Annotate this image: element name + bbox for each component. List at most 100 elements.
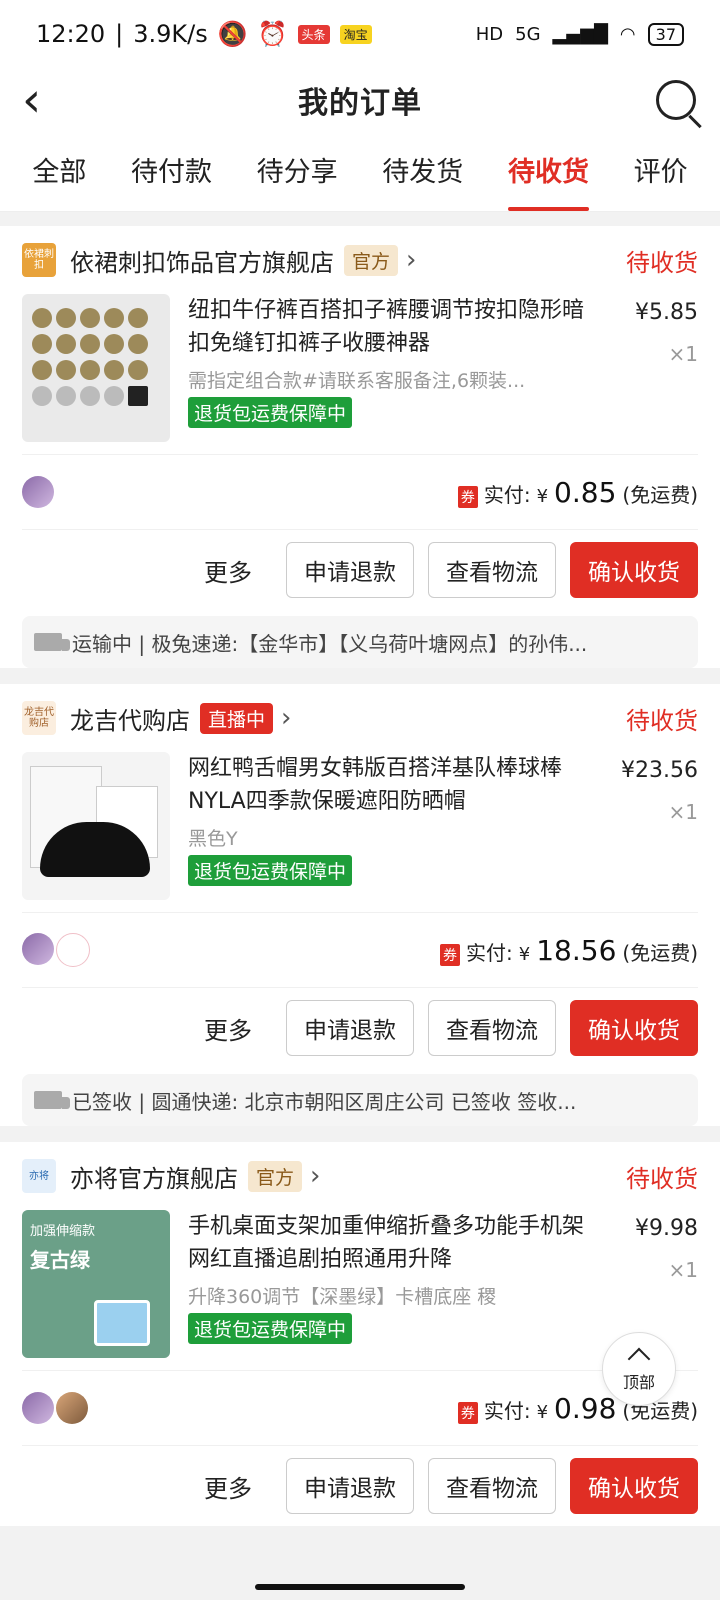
order-tabs: 全部 待付款 待分享 待发货 待收货 评价 bbox=[0, 132, 720, 212]
order-card: 龙吉代购店 龙吉代购店 直播中 › 待收货 网红鸭舌帽男女韩版百搭洋基队棒球棒N… bbox=[0, 684, 720, 1126]
official-badge: 官方 bbox=[344, 244, 399, 276]
back-to-top-button[interactable]: 顶部 bbox=[602, 1332, 676, 1406]
tab-pending-shipment[interactable]: 待发货 bbox=[382, 150, 463, 211]
hd-icon: HD bbox=[475, 23, 504, 45]
battery-icon: 37 bbox=[647, 22, 684, 46]
currency-symbol: ¥ bbox=[536, 1401, 549, 1423]
free-shipping-label: (免运费) bbox=[622, 482, 698, 507]
shop-header[interactable]: 亦将 亦将官方旗舰店 官方 › 待收货 bbox=[22, 1142, 698, 1210]
product-item[interactable]: 纽扣牛仔裤百搭扣子裤腰调节按扣隐形暗扣免缝钉扣裤子收腰神器 需指定组合款#请联系… bbox=[22, 294, 698, 454]
more-button[interactable]: 更多 bbox=[204, 1011, 252, 1046]
official-badge: 官方 bbox=[248, 1160, 303, 1192]
view-logistics-button[interactable]: 查看物流 bbox=[428, 542, 556, 598]
confirm-receipt-button[interactable]: 确认收货 bbox=[570, 1000, 698, 1056]
avatar bbox=[22, 1392, 54, 1424]
tab-pending-share[interactable]: 待分享 bbox=[257, 150, 338, 211]
product-price: ¥9.98 bbox=[635, 1216, 698, 1241]
chevron-right-icon[interactable]: › bbox=[310, 1161, 320, 1191]
order-status: 待收货 bbox=[626, 1164, 698, 1193]
apply-refund-button[interactable]: 申请退款 bbox=[286, 542, 414, 598]
order-card: 依裙刺扣 依裙刺扣饰品官方旗舰店 官方 › 待收货 纽扣牛仔裤百搭扣子裤腰调节按… bbox=[0, 226, 720, 668]
tab-review[interactable]: 评价 bbox=[634, 150, 688, 211]
payment-row: 券 实付: ¥ 0.85 (免运费) bbox=[22, 454, 698, 529]
tablet-image bbox=[94, 1300, 150, 1346]
shop-header[interactable]: 依裙刺扣 依裙刺扣饰品官方旗舰店 官方 › 待收货 bbox=[22, 226, 698, 294]
product-title[interactable]: 手机桌面支架加重伸缩折叠多功能手机架网红直播追剧拍照通用升降 bbox=[188, 1210, 598, 1276]
product-item[interactable]: 网红鸭舌帽男女韩版百搭洋基队棒球棒NYLA四季款保暖遮阳防晒帽 黑色Y 退货包运… bbox=[22, 752, 698, 912]
free-shipping-label: (免运费) bbox=[622, 940, 698, 965]
coupon-icon: 券 bbox=[457, 485, 478, 508]
paid-amount: 18.56 bbox=[536, 933, 617, 967]
shop-logo: 龙吉代购店 bbox=[22, 701, 56, 735]
product-quantity: ×1 bbox=[668, 342, 698, 366]
live-badge: 直播中 bbox=[200, 702, 274, 734]
coupon-icon: 券 bbox=[457, 1401, 478, 1424]
chevron-right-icon[interactable]: › bbox=[281, 703, 291, 733]
product-spec: 升降360调节【深墨绿】卡槽底座 稷 bbox=[188, 1286, 497, 1308]
confirm-receipt-button[interactable]: 确认收货 bbox=[570, 542, 698, 598]
status-time: 12:20 bbox=[36, 20, 106, 48]
product-item[interactable]: 加强伸缩款 复古绿 手机桌面支架加重伸缩折叠多功能手机架网红直播追剧拍照通用升降… bbox=[22, 1210, 698, 1370]
tab-pending-payment[interactable]: 待付款 bbox=[131, 150, 212, 211]
paid-amount: 0.85 bbox=[554, 475, 617, 509]
product-quantity: ×1 bbox=[668, 1258, 698, 1282]
product-title[interactable]: 网红鸭舌帽男女韩版百搭洋基队棒球棒NYLA四季款保暖遮阳防晒帽 bbox=[188, 752, 598, 818]
order-status: 待收货 bbox=[626, 706, 698, 735]
truck-icon bbox=[34, 1091, 70, 1109]
return-shipping-badge: 退货包运费保障中 bbox=[188, 1313, 353, 1344]
shop-header[interactable]: 龙吉代购店 龙吉代购店 直播中 › 待收货 bbox=[22, 684, 698, 752]
image-tag: 加强伸缩款 bbox=[30, 1224, 96, 1239]
apply-refund-button[interactable]: 申请退款 bbox=[286, 1458, 414, 1514]
nav-bar: ‹ 我的订单 bbox=[0, 68, 720, 132]
shop-logo: 依裙刺扣 bbox=[22, 243, 56, 277]
home-indicator[interactable] bbox=[255, 1584, 465, 1590]
status-bar: 12:20 | 3.9K/s 🔕 ⏰ 头条 淘宝 HD 5G ▂▄▆█ ◠ 37 bbox=[0, 0, 720, 68]
avatar bbox=[22, 476, 54, 508]
shop-name[interactable]: 亦将官方旗舰店 bbox=[70, 1159, 238, 1194]
shop-name[interactable]: 龙吉代购店 bbox=[70, 701, 190, 736]
logistics-info[interactable]: 运输中 | 极兔速递:【金华市】【义乌荷叶塘网点】的孙伟... bbox=[22, 616, 698, 668]
image-title: 复古绿 bbox=[30, 1248, 90, 1272]
truck-icon bbox=[34, 633, 70, 651]
avatar bbox=[22, 933, 54, 965]
product-image[interactable]: 加强伸缩款 复古绿 bbox=[22, 1210, 170, 1358]
shop-logo: 亦将 bbox=[22, 1159, 56, 1193]
apply-refund-button[interactable]: 申请退款 bbox=[286, 1000, 414, 1056]
action-row: 更多 申请退款 查看物流 确认收货 bbox=[22, 529, 698, 610]
signal-bars-icon: ▂▄▆█ bbox=[552, 23, 608, 45]
wifi-icon: ◠ bbox=[619, 23, 636, 45]
search-icon[interactable] bbox=[656, 80, 696, 120]
return-shipping-badge: 退货包运费保障中 bbox=[188, 397, 353, 428]
more-button[interactable]: 更多 bbox=[204, 1469, 252, 1504]
paid-label: 实付: bbox=[483, 482, 531, 507]
product-spec: 需指定组合款#请联系客服备注,6颗装... bbox=[188, 370, 526, 392]
shop-name[interactable]: 依裙刺扣饰品官方旗舰店 bbox=[70, 243, 334, 278]
back-to-top-label: 顶部 bbox=[622, 1373, 655, 1392]
product-title[interactable]: 纽扣牛仔裤百搭扣子裤腰调节按扣隐形暗扣免缝钉扣裤子收腰神器 bbox=[188, 294, 598, 360]
signal-icon: 5G bbox=[515, 23, 541, 45]
chevron-right-icon[interactable]: › bbox=[406, 245, 416, 275]
toutiao-icon: 头条 bbox=[297, 24, 330, 44]
buttons-image bbox=[32, 308, 148, 406]
confirm-receipt-button[interactable]: 确认收货 bbox=[570, 1458, 698, 1514]
back-icon[interactable]: ‹ bbox=[22, 76, 41, 124]
page-title: 我的订单 bbox=[298, 86, 422, 121]
view-logistics-button[interactable]: 查看物流 bbox=[428, 1000, 556, 1056]
return-shipping-badge: 退货包运费保障中 bbox=[188, 855, 353, 886]
paid-label: 实付: bbox=[483, 1398, 531, 1423]
action-row: 更多 申请退款 查看物流 确认收货 bbox=[22, 1445, 698, 1526]
product-image[interactable] bbox=[22, 752, 170, 900]
currency-symbol: ¥ bbox=[536, 485, 549, 507]
product-quantity: ×1 bbox=[668, 800, 698, 824]
taobao-icon: 淘宝 bbox=[339, 24, 372, 44]
tab-all[interactable]: 全部 bbox=[32, 150, 86, 211]
product-image[interactable] bbox=[22, 294, 170, 442]
product-price: ¥5.85 bbox=[635, 300, 698, 325]
view-logistics-button[interactable]: 查看物流 bbox=[428, 1458, 556, 1514]
payment-row: 券 实付: ¥ 0.98 (免运费) bbox=[22, 1370, 698, 1445]
logistics-info[interactable]: 已签收 | 圆通快递: 北京市朝阳区周庄公司 已签收 签收... bbox=[22, 1074, 698, 1126]
more-button[interactable]: 更多 bbox=[204, 553, 252, 588]
tab-pending-receipt[interactable]: 待收货 bbox=[507, 150, 589, 211]
product-price: ¥23.56 bbox=[621, 758, 698, 783]
order-status: 待收货 bbox=[626, 248, 698, 277]
